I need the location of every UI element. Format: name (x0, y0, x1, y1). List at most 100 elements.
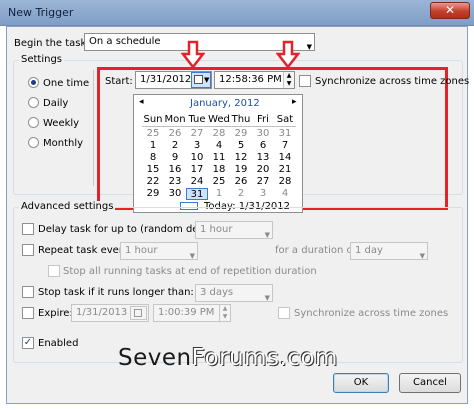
weekday-label: Fri (257, 114, 269, 125)
calendar-day[interactable]: 27 (252, 176, 274, 188)
calendar-day[interactable]: 1 (208, 188, 230, 200)
calendar-day[interactable]: 13 (252, 152, 274, 164)
calendar-day[interactable]: 24 (186, 176, 208, 188)
calendar-day[interactable]: 30 (164, 188, 186, 200)
calendar-day[interactable]: 19 (230, 164, 252, 176)
calendar-day[interactable]: 12 (230, 152, 252, 164)
duration-dropdown[interactable]: 1 day ▼ (350, 242, 428, 260)
calendar-day[interactable]: 20 (252, 164, 274, 176)
weekday-label: Sat (276, 114, 294, 125)
radio-weekly-label: Weekly (43, 118, 80, 129)
calendar-day[interactable]: 11 (208, 152, 230, 164)
calendar-day[interactable]: 22 (142, 176, 164, 188)
repeat-task-dropdown[interactable]: 1 hour ▼ (120, 242, 198, 260)
calendar-day[interactable]: 7 (274, 140, 296, 152)
calendar-weekdays: Sun Mon Tue Wed Thu Fri Sat (142, 114, 296, 126)
calendar-day[interactable]: 6 (252, 140, 274, 152)
delay-task-checkbox[interactable] (22, 223, 34, 235)
prev-month-button[interactable]: ◂ (139, 97, 144, 107)
calendar-day[interactable]: 10 (186, 152, 208, 164)
calendar-dropdown-button[interactable]: ▼ (191, 72, 211, 88)
calendar-day[interactable]: 26 (164, 128, 186, 140)
weekday-label: Tue (188, 114, 206, 125)
calendar-day[interactable]: 23 (164, 176, 186, 188)
calendar-day[interactable]: 1 (142, 140, 164, 152)
arrow-down-icon (276, 40, 300, 70)
calendar-day[interactable]: 29 (142, 188, 164, 200)
repeat-task-checkbox[interactable] (22, 244, 34, 256)
calendar-day[interactable]: 4 (274, 188, 296, 200)
expire-sync-label: Synchronize across time zones (294, 308, 449, 319)
begin-task-label: Begin the task: (14, 38, 90, 49)
calendar-day[interactable]: 30 (252, 128, 274, 140)
calendar-day-selected[interactable]: 31 (186, 188, 208, 200)
begin-task-value: On a schedule (89, 36, 161, 47)
stop-task-longer-value: 3 days (200, 287, 234, 298)
calendar-day[interactable]: 2 (164, 140, 186, 152)
calendar-day[interactable]: 8 (142, 152, 164, 164)
calendar-day[interactable]: 21 (274, 164, 296, 176)
calendar-day[interactable]: 15 (142, 164, 164, 176)
weekday-label: Mon (164, 114, 186, 125)
stop-task-longer-dropdown[interactable]: 3 days ▼ (195, 284, 273, 302)
calendar-day[interactable]: 4 (208, 140, 230, 152)
calendar-popup: ◂ January, 2012 ▸ Sun Mon Tue Wed Thu Fr… (133, 94, 303, 213)
chevron-down-icon: ▼ (204, 76, 210, 84)
calendar-day[interactable]: 16 (164, 164, 186, 176)
next-month-button[interactable]: ▸ (292, 97, 297, 107)
enabled-checkbox[interactable]: ✓ (22, 337, 34, 349)
expire-calendar-button[interactable] (130, 306, 147, 320)
stop-running-tasks-checkbox[interactable] (48, 265, 60, 277)
radio-monthly-label: Monthly (43, 138, 84, 149)
time-spinner[interactable]: ▲ ▼ (283, 72, 294, 88)
expire-time-value: 1:00:39 PM (158, 307, 215, 318)
calendar-day[interactable]: 25 (208, 176, 230, 188)
expire-time-spinner[interactable]: ▲ ▼ (219, 305, 230, 321)
calendar-day[interactable]: 28 (274, 176, 296, 188)
cancel-button[interactable]: Cancel (399, 373, 461, 393)
calendar-month-title[interactable]: January, 2012 (190, 98, 260, 109)
expire-date-value: 1/31/2013 (76, 307, 128, 318)
calendar-day[interactable]: 3 (186, 140, 208, 152)
sync-timezones-label: Synchronize across time zones (315, 76, 470, 87)
calendar-day[interactable]: 18 (208, 164, 230, 176)
calendar-day[interactable]: 28 (208, 128, 230, 140)
calendar-day[interactable]: 17 (186, 164, 208, 176)
ok-button[interactable]: OK (333, 373, 389, 393)
calendar-day[interactable]: 2 (230, 188, 252, 200)
radio-one-time[interactable] (28, 77, 39, 88)
start-label: Start: (105, 76, 133, 87)
radio-weekly[interactable] (28, 117, 39, 128)
sync-timezones-checkbox[interactable] (299, 75, 311, 87)
calendar-day[interactable]: 25 (142, 128, 164, 140)
settings-label: Settings (19, 54, 65, 65)
weekday-label: Thu (231, 114, 251, 125)
start-date-value: 1/31/2012 (140, 74, 192, 85)
calendar-day[interactable]: 9 (164, 152, 186, 164)
weekday-label: Wed (208, 114, 230, 125)
close-button[interactable]: ✕ (430, 2, 470, 19)
calendar-day[interactable]: 14 (274, 152, 296, 164)
delay-task-dropdown[interactable]: 1 hour ▼ (195, 221, 273, 239)
stop-task-longer-label: Stop task if it runs longer than: (38, 287, 194, 298)
delay-task-label: Delay task for up to (random delay): (38, 224, 221, 235)
calendar-day[interactable]: 29 (230, 128, 252, 140)
calendar-day[interactable]: 26 (230, 176, 252, 188)
calendar-day[interactable]: 5 (230, 140, 252, 152)
expire-checkbox[interactable] (22, 307, 34, 319)
calendar-day[interactable]: 31 (274, 128, 296, 140)
radio-one-time-label: One time (43, 78, 90, 89)
calendar-day[interactable]: 27 (186, 128, 208, 140)
calendar-day[interactable]: 3 (252, 188, 274, 200)
stop-running-tasks-label: Stop all running tasks at end of repetit… (63, 266, 317, 277)
radio-daily[interactable] (28, 97, 39, 108)
vertical-divider (93, 70, 94, 186)
calendar-icon (194, 75, 203, 84)
expire-sync-checkbox[interactable] (278, 307, 290, 319)
duration-value: 1 day (355, 245, 383, 256)
window-title: New Trigger (8, 6, 74, 19)
radio-monthly[interactable] (28, 137, 39, 148)
weekday-label: Sun (143, 114, 163, 125)
stop-task-longer-checkbox[interactable] (22, 286, 34, 298)
delay-task-value: 1 hour (200, 224, 233, 235)
